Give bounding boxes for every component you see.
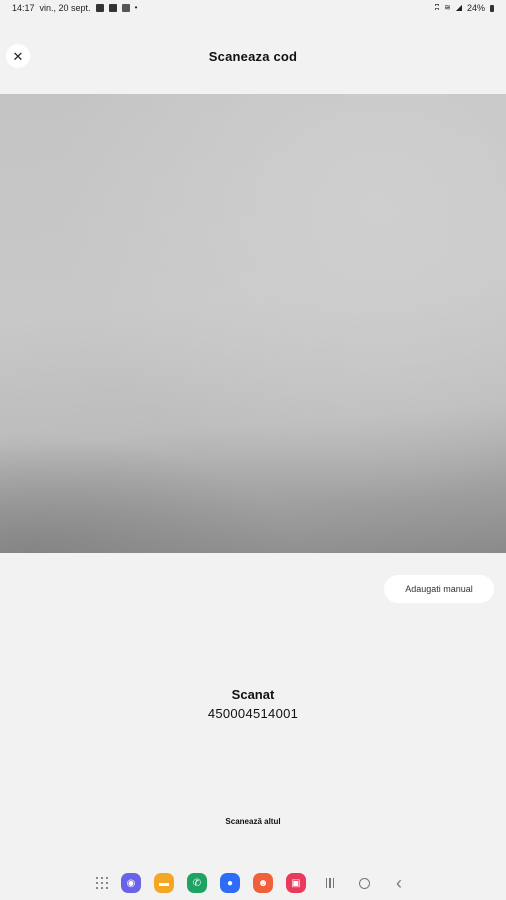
internet-app-icon[interactable]: ◉: [121, 873, 141, 893]
home-button[interactable]: [359, 877, 370, 889]
battery-level: 24%: [466, 3, 485, 13]
nfc-icon: [121, 4, 130, 12]
files-app-icon[interactable]: ▬: [154, 873, 174, 893]
scan-another-button[interactable]: Scanează altul: [0, 817, 506, 826]
battery-icon: [490, 4, 494, 12]
add-manually-button[interactable]: Adaugati manual: [384, 575, 494, 603]
page-title: Scaneaza cod: [208, 49, 298, 64]
status-left: 14:17 vin., 20 sept. •: [12, 3, 137, 13]
phone-app-icon[interactable]: ✆: [187, 873, 207, 893]
header: ✕ Scaneaza cod: [0, 16, 506, 94]
scan-result-code: 450004514001: [207, 706, 299, 721]
recents-button[interactable]: [319, 878, 341, 888]
scan-result: Scanat 450004514001: [0, 687, 506, 721]
dot-icon: •: [134, 3, 138, 12]
messages-app-icon[interactable]: ●: [220, 873, 240, 893]
camera-preview[interactable]: [0, 94, 506, 553]
video-app-icon[interactable]: ▣: [286, 873, 306, 893]
back-button[interactable]: ‹: [388, 873, 410, 894]
wifi-icon: ≋: [444, 3, 451, 12]
nav-bar: ◉ ▬ ✆ ● ☻ ▣ ‹: [0, 866, 506, 900]
bluetooth-icon: ʭ: [434, 3, 440, 12]
gallery-icon: [95, 4, 104, 12]
status-right: ʭ ≋ ◢ 24%: [435, 3, 494, 13]
camera-shade: [0, 433, 300, 553]
check-icon: [108, 4, 117, 12]
scan-result-label: Scanat: [231, 687, 275, 702]
signal-icon: ◢: [455, 3, 462, 12]
status-bar: 14:17 vin., 20 sept. • ʭ ≋ ◢ 24%: [0, 0, 506, 16]
contacts-app-icon[interactable]: ☻: [253, 873, 273, 893]
app-drawer-icon[interactable]: [96, 877, 108, 889]
status-time: 14:17: [12, 3, 35, 13]
status-date: vin., 20 sept.: [39, 3, 91, 13]
